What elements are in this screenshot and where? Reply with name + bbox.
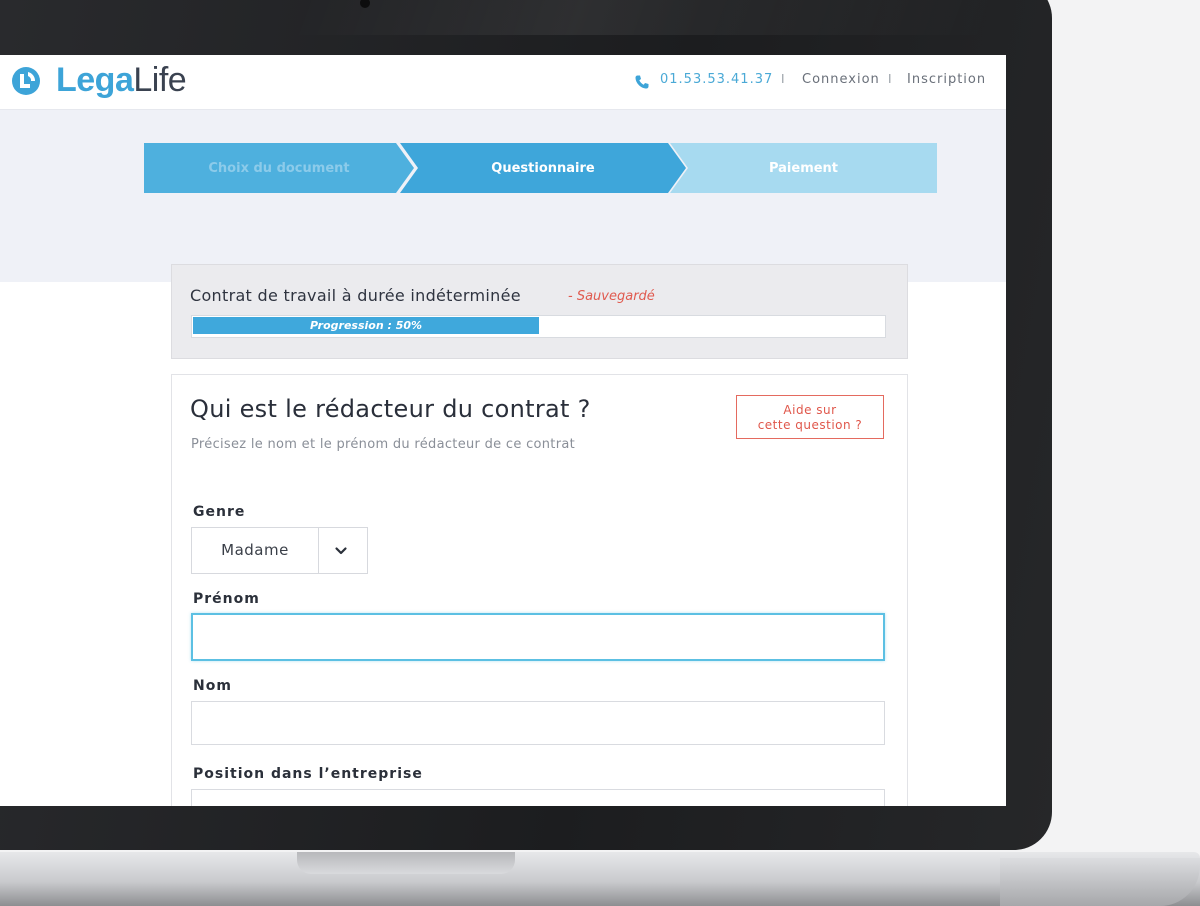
- progress-bar-fill: Progression : 50%: [193, 317, 539, 334]
- progress-steps: Choix du document Questionnaire Paiement: [144, 143, 937, 193]
- step-questionnaire[interactable]: Questionnaire: [400, 143, 686, 193]
- top-navbar: LegaLife 01.53.53.41.37 I Connexion I In…: [0, 55, 1006, 110]
- nav-separator: I: [888, 72, 892, 86]
- chevron-down-icon[interactable]: [332, 542, 350, 560]
- signup-link[interactable]: Inscription: [907, 72, 986, 87]
- question-title: Qui est le rédacteur du contrat ?: [190, 395, 591, 423]
- progress-bar: Progression : 50%: [191, 315, 886, 338]
- genre-select[interactable]: Madame: [191, 527, 368, 574]
- genre-select-value: Madame: [221, 541, 289, 559]
- login-link[interactable]: Connexion: [802, 72, 880, 87]
- document-status-card: Contrat de travail à durée indéterminée …: [171, 264, 908, 359]
- phone-icon: [635, 75, 649, 89]
- position-input[interactable]: [191, 789, 885, 806]
- step-document-choice[interactable]: Choix du document: [144, 143, 414, 193]
- genre-label: Genre: [193, 504, 246, 520]
- legalife-logo-icon[interactable]: [11, 66, 41, 96]
- bezel-gloss: [289, 0, 1011, 35]
- logo-part-2: Life: [133, 61, 187, 99]
- screen: LegaLife 01.53.53.41.37 I Connexion I In…: [0, 55, 1006, 806]
- prenom-label: Prénom: [193, 591, 260, 607]
- help-button[interactable]: Aide sur cette question ?: [736, 395, 884, 439]
- question-card: Qui est le rédacteur du contrat ? Précis…: [171, 374, 908, 806]
- step-label: Questionnaire: [491, 160, 595, 176]
- step-payment[interactable]: Paiement: [670, 143, 937, 193]
- select-divider: [318, 528, 319, 573]
- laptop-notch: [297, 852, 515, 874]
- step-label: Paiement: [768, 160, 839, 176]
- saved-status: - Sauvegardé: [568, 289, 655, 304]
- phone-number[interactable]: 01.53.53.41.37: [660, 72, 773, 87]
- nom-label: Nom: [193, 678, 232, 694]
- step-label: Choix du document: [208, 160, 350, 176]
- position-label: Position dans l’entreprise: [193, 766, 423, 782]
- nom-input[interactable]: [191, 701, 885, 745]
- logo-wordmark[interactable]: LegaLife: [56, 61, 187, 100]
- logo-part-1: Lega: [56, 61, 134, 99]
- steps-banner: Choix du document Questionnaire Paiement: [0, 110, 1006, 282]
- document-title: Contrat de travail à durée indéterminée: [190, 286, 521, 305]
- progress-text: Progression : 50%: [309, 319, 423, 332]
- help-button-line-2: cette question ?: [757, 418, 863, 432]
- question-subtitle: Précisez le nom et le prénom du rédacteu…: [191, 437, 576, 452]
- nav-separator: I: [781, 72, 785, 86]
- help-button-line-1: Aide sur: [783, 403, 837, 417]
- laptop-base-edge: [1000, 858, 1200, 906]
- prenom-input[interactable]: [191, 613, 885, 661]
